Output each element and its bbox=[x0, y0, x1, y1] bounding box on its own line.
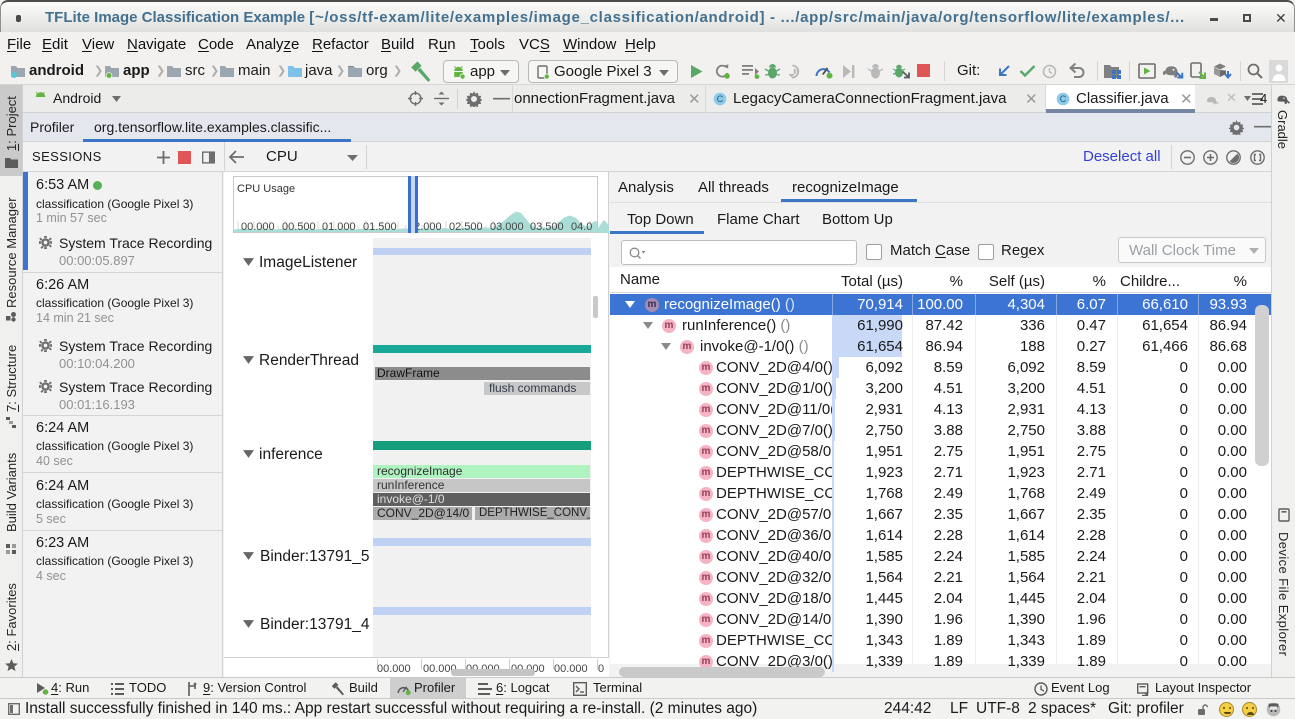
svg-text:C: C bbox=[717, 94, 724, 104]
svg-text:C: C bbox=[1060, 94, 1067, 104]
